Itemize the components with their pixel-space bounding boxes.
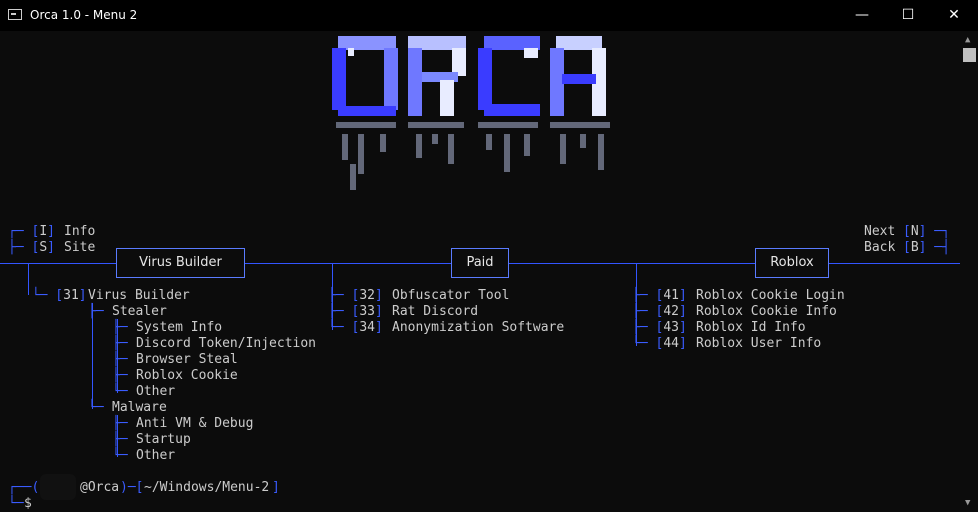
- logo-letter-c: [478, 36, 540, 116]
- virus-builder-item[interactable]: Virus Builder: [88, 288, 190, 304]
- malware-option[interactable]: Other: [136, 448, 175, 464]
- stealer-option[interactable]: Roblox Cookie: [136, 368, 238, 384]
- malware-group-label: Malware: [112, 400, 167, 415]
- back-menu-item[interactable]: Back: [864, 240, 895, 256]
- stealer-option[interactable]: Browser Steal: [136, 352, 238, 368]
- info-menu-item[interactable]: Info: [64, 224, 95, 240]
- prompt-path: ~/Windows/Menu-2: [144, 480, 270, 495]
- roblox-item[interactable]: Roblox Id Info: [696, 320, 806, 336]
- stealer-group-label: Stealer: [112, 304, 167, 319]
- prompt-host: @Orca: [80, 480, 120, 495]
- close-button[interactable]: ✕: [931, 0, 977, 31]
- virus-builder-section[interactable]: Virus Builder: [116, 248, 245, 278]
- logo-letter-o: [332, 36, 398, 116]
- window-title: Orca 1.0 - Menu 2: [30, 8, 138, 22]
- malware-option[interactable]: Startup: [136, 432, 191, 448]
- stealer-option[interactable]: System Info: [136, 320, 222, 336]
- prompt-symbol: $: [24, 496, 32, 511]
- paid-item[interactable]: Obfuscator Tool: [392, 288, 509, 304]
- logo-letter-r: [408, 36, 466, 116]
- paid-item[interactable]: Anonymization Software: [392, 320, 564, 336]
- window-titlebar: Orca 1.0 - Menu 2 — ☐ ✕: [0, 0, 978, 31]
- stealer-option[interactable]: Other: [136, 384, 175, 400]
- stealer-option[interactable]: Discord Token/Injection: [136, 336, 316, 352]
- site-key: S: [39, 240, 48, 255]
- logo-drip-shadow: [336, 122, 610, 190]
- scrollbar-thumb[interactable]: [963, 48, 976, 62]
- orca-logo: [332, 36, 610, 190]
- malware-option[interactable]: Anti VM & Debug: [136, 416, 253, 432]
- paid-item[interactable]: Rat Discord: [392, 304, 478, 320]
- redacted-username: [40, 474, 76, 500]
- vertical-scrollbar[interactable]: [961, 31, 978, 512]
- next-key: N: [910, 224, 919, 239]
- roblox-item[interactable]: Roblox User Info: [696, 336, 821, 352]
- roblox-section[interactable]: Roblox: [755, 248, 829, 278]
- scroll-up-arrow-icon[interactable]: ▲: [965, 35, 970, 45]
- next-menu-item[interactable]: Next: [864, 224, 895, 240]
- console-app-icon: [8, 9, 22, 20]
- scroll-down-arrow-icon[interactable]: ▼: [965, 498, 970, 508]
- minimize-button[interactable]: —: [839, 0, 885, 31]
- roblox-item[interactable]: Roblox Cookie Info: [696, 304, 837, 320]
- info-key: I: [39, 224, 48, 239]
- paid-section[interactable]: Paid: [451, 248, 509, 278]
- site-menu-item[interactable]: Site: [64, 240, 95, 256]
- logo-letter-a: [550, 36, 606, 116]
- roblox-item[interactable]: Roblox Cookie Login: [696, 288, 845, 304]
- maximize-button[interactable]: ☐: [885, 0, 931, 31]
- back-key: B: [910, 240, 919, 255]
